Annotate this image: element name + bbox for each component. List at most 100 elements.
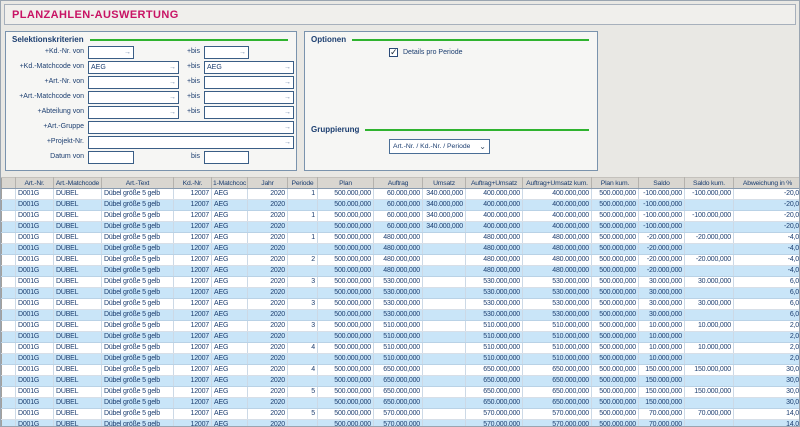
row-selector[interactable] bbox=[2, 233, 16, 244]
col-header-abweichung-in-[interactable]: Abweichung in % bbox=[734, 178, 800, 189]
cell-periode: 3 bbox=[288, 299, 318, 310]
row-selector[interactable] bbox=[2, 387, 16, 398]
field-abteilung-von-bis[interactable]: → bbox=[204, 106, 294, 119]
col-header-kd-nr[interactable]: Kd.-Nr. bbox=[174, 178, 212, 189]
row-selector[interactable] bbox=[2, 321, 16, 332]
field-art-matchcode-von-von[interactable]: → bbox=[88, 91, 179, 104]
lookup-arrow-icon[interactable]: → bbox=[284, 107, 291, 118]
field-kd-matchcode-von-von[interactable]: AEG→ bbox=[88, 61, 179, 74]
lookup-arrow-icon[interactable]: → bbox=[284, 77, 291, 88]
col-header-art-matchcode[interactable]: Art.-Matchcode bbox=[54, 178, 102, 189]
lookup-arrow-icon[interactable]: → bbox=[239, 47, 246, 58]
table-row[interactable]: D001GDÜBELDübel größe 5 gelb12007AEG2020… bbox=[2, 266, 800, 277]
field-datum-von-bis[interactable] bbox=[204, 151, 249, 164]
table-row[interactable]: D001GDÜBELDübel größe 5 gelb12007AEG2020… bbox=[2, 299, 800, 310]
col-header-auftragumsatz[interactable]: Auftrag+Umsatz bbox=[466, 178, 523, 189]
col-header-plan-kum[interactable]: Plan kum. bbox=[592, 178, 639, 189]
lookup-arrow-icon[interactable]: → bbox=[284, 62, 291, 73]
col-header-umsatz[interactable]: Umsatz bbox=[423, 178, 466, 189]
table-row[interactable]: D001GDÜBELDübel größe 5 gelb12007AEG2020… bbox=[2, 376, 800, 387]
row-selector[interactable] bbox=[2, 288, 16, 299]
table-row[interactable]: D001GDÜBELDübel größe 5 gelb12007AEG2020… bbox=[2, 233, 800, 244]
row-selector[interactable] bbox=[2, 211, 16, 222]
table-row[interactable]: D001GDÜBELDübel größe 5 gelb12007AEG2020… bbox=[2, 387, 800, 398]
cell-auftrag: 530.000,000 bbox=[374, 277, 423, 288]
table-row[interactable]: D001GDÜBELDübel größe 5 gelb12007AEG2020… bbox=[2, 321, 800, 332]
row-selector[interactable] bbox=[2, 255, 16, 266]
row-selector[interactable] bbox=[2, 332, 16, 343]
cell-1-matchcoc: AEG bbox=[212, 376, 248, 387]
table-row[interactable]: D001GDÜBELDübel größe 5 gelb12007AEG2020… bbox=[2, 409, 800, 420]
table-row[interactable]: D001GDÜBELDübel größe 5 gelb12007AEG2020… bbox=[2, 211, 800, 222]
field-kd-nr-von-von[interactable]: → bbox=[88, 46, 134, 59]
col-header-auftragumsatz-kum[interactable]: Auftrag+Umsatz kum. bbox=[523, 178, 592, 189]
col-header-saldo[interactable]: Saldo bbox=[639, 178, 685, 189]
table-row[interactable]: D001GDÜBELDübel größe 5 gelb12007AEG2020… bbox=[2, 244, 800, 255]
cell-auftragumsatz-kum: 400.000,000 bbox=[523, 200, 592, 211]
cell-1-matchcoc: AEG bbox=[212, 365, 248, 376]
row-selector[interactable] bbox=[2, 420, 16, 427]
table-row[interactable]: D001GDÜBELDübel größe 5 gelb12007AEG2020… bbox=[2, 255, 800, 266]
field-art-nr-von-bis[interactable]: → bbox=[204, 76, 294, 89]
col-header-1-matchcoc[interactable]: 1-Matchcoc bbox=[212, 178, 248, 189]
field-projekt-nr[interactable]: → bbox=[88, 136, 294, 149]
cell-art-text: Dübel größe 5 gelb bbox=[102, 222, 174, 233]
col-header-auftrag[interactable]: Auftrag bbox=[374, 178, 423, 189]
row-selector[interactable] bbox=[2, 398, 16, 409]
field-abteilung-von-von[interactable]: → bbox=[88, 106, 179, 119]
table-row[interactable]: D001GDÜBELDübel größe 5 gelb12007AEG2020… bbox=[2, 189, 800, 200]
row-selector[interactable] bbox=[2, 189, 16, 200]
table-row[interactable]: D001GDÜBELDübel größe 5 gelb12007AEG2020… bbox=[2, 310, 800, 321]
col-header-art-nr[interactable]: Art.-Nr. bbox=[16, 178, 54, 189]
table-row[interactable]: D001GDÜBELDübel größe 5 gelb12007AEG2020… bbox=[2, 288, 800, 299]
cell-plan-kum: 500.000,000 bbox=[592, 222, 639, 233]
table-row[interactable]: D001GDÜBELDübel größe 5 gelb12007AEG2020… bbox=[2, 398, 800, 409]
details-pro-periode-checkbox[interactable]: ✓ bbox=[389, 48, 398, 57]
field-datum-von-von[interactable] bbox=[88, 151, 134, 164]
table-row[interactable]: D001GDÜBELDübel größe 5 gelb12007AEG2020… bbox=[2, 200, 800, 211]
table-row[interactable]: D001GDÜBELDübel größe 5 gelb12007AEG2020… bbox=[2, 332, 800, 343]
row-selector[interactable] bbox=[2, 244, 16, 255]
field-art-matchcode-von-bis[interactable]: → bbox=[204, 91, 294, 104]
col-header-periode[interactable]: Periode bbox=[288, 178, 318, 189]
col-header-saldo-kum[interactable]: Saldo kum. bbox=[685, 178, 734, 189]
cell-umsatz bbox=[423, 244, 466, 255]
cell-kd-nr: 12007 bbox=[174, 310, 212, 321]
row-selector[interactable] bbox=[2, 343, 16, 354]
lookup-arrow-icon[interactable]: → bbox=[284, 92, 291, 103]
col-header-jahr[interactable]: Jahr bbox=[248, 178, 288, 189]
row-selector[interactable] bbox=[2, 376, 16, 387]
table-row[interactable]: D001GDÜBELDübel größe 5 gelb12007AEG2020… bbox=[2, 420, 800, 427]
lookup-arrow-icon[interactable]: → bbox=[284, 122, 291, 133]
row-selector[interactable] bbox=[2, 222, 16, 233]
field-art-nr-von-von[interactable]: → bbox=[88, 76, 179, 89]
cell-periode bbox=[288, 398, 318, 409]
row-selector[interactable] bbox=[2, 310, 16, 321]
cell-art-matchcode: DÜBEL bbox=[54, 211, 102, 222]
gruppierung-select[interactable]: Art.-Nr. / Kd.-Nr. / Periode ⌄ bbox=[389, 139, 490, 154]
row-selector[interactable] bbox=[2, 299, 16, 310]
field-kd-matchcode-von-bis[interactable]: AEG→ bbox=[204, 61, 294, 74]
row-selector[interactable] bbox=[2, 365, 16, 376]
lookup-arrow-icon[interactable]: → bbox=[284, 137, 291, 148]
col-header-plan[interactable]: Plan bbox=[318, 178, 374, 189]
col-header-art-text[interactable]: Art.-Text bbox=[102, 178, 174, 189]
row-selector[interactable] bbox=[2, 266, 16, 277]
cell-auftragumsatz-kum: 650.000,000 bbox=[523, 376, 592, 387]
cell-plan: 500.000,000 bbox=[318, 409, 374, 420]
table-row[interactable]: D001GDÜBELDübel größe 5 gelb12007AEG2020… bbox=[2, 222, 800, 233]
row-selector[interactable] bbox=[2, 354, 16, 365]
row-selector[interactable] bbox=[2, 200, 16, 211]
field-kd-nr-von-bis[interactable]: → bbox=[204, 46, 249, 59]
row-selector[interactable] bbox=[2, 409, 16, 420]
table-row[interactable]: D001GDÜBELDübel größe 5 gelb12007AEG2020… bbox=[2, 354, 800, 365]
table-row[interactable]: D001GDÜBELDübel größe 5 gelb12007AEG2020… bbox=[2, 277, 800, 288]
field-art-gruppe[interactable]: → bbox=[88, 121, 294, 134]
cell-1-matchcoc: AEG bbox=[212, 409, 248, 420]
lookup-arrow-icon[interactable]: → bbox=[124, 47, 131, 58]
cell-art-nr: D001G bbox=[16, 200, 54, 211]
row-selector[interactable] bbox=[2, 277, 16, 288]
table-row[interactable]: D001GDÜBELDübel größe 5 gelb12007AEG2020… bbox=[2, 343, 800, 354]
table-row[interactable]: D001GDÜBELDübel größe 5 gelb12007AEG2020… bbox=[2, 365, 800, 376]
cell-auftragumsatz-kum: 510.000,000 bbox=[523, 354, 592, 365]
